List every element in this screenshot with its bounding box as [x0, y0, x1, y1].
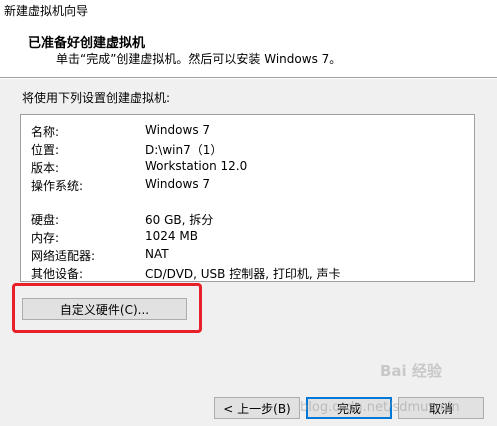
header-subtitle: 单击“完成”创建虚拟机。然后可以安装 Windows 7。 [56, 52, 342, 66]
summary-row-other-devices: 其他设备: CD/DVD, USB 控制器, 打印机, 声卡 [31, 265, 471, 281]
summary-value: CD/DVD, USB 控制器, 打印机, 声卡 [145, 267, 341, 281]
summary-row-location: 位置: D:\win7（1） [31, 141, 471, 157]
summary-row-disk: 硬盘: 60 GB, 拆分 [31, 211, 471, 227]
summary-label: 网络适配器: [31, 249, 96, 263]
summary-label: 版本: [31, 161, 60, 175]
settings-summary-box: 名称: Windows 7 位置: D:\win7（1） 版本: Worksta… [20, 114, 475, 282]
title-bar: 新建虚拟机向导 [0, 0, 497, 22]
cancel-button[interactable]: 取消 [398, 397, 484, 419]
window-title: 新建虚拟机向导 [4, 4, 89, 18]
summary-row-memory: 内存: 1024 MB [31, 229, 471, 245]
customize-hardware-button[interactable]: 自定义硬件(C)... [22, 298, 187, 320]
summary-value: Windows 7 [145, 123, 211, 137]
summary-row-network: 网络适配器: NAT [31, 247, 471, 263]
summary-value: 60 GB, 拆分 [145, 213, 214, 227]
wizard-footer: < 上一步(B) 完成 取消 [0, 381, 497, 426]
header-title: 已准备好创建虚拟机 [28, 36, 146, 51]
intro-text: 将使用下列设置创建虚拟机: [22, 91, 171, 105]
back-button[interactable]: < 上一步(B) [214, 397, 300, 419]
wizard-body: 将使用下列设置创建虚拟机: 名称: Windows 7 位置: D:\win7（… [0, 79, 497, 381]
summary-label: 内存: [31, 231, 60, 245]
summary-row-version: 版本: Workstation 12.0 [31, 159, 471, 175]
summary-row-name: 名称: Windows 7 [31, 123, 471, 139]
summary-value: Workstation 12.0 [145, 159, 248, 173]
summary-label: 其他设备: [31, 267, 84, 281]
summary-row-os: 操作系统: Windows 7 [31, 177, 471, 193]
summary-value: D:\win7（1） [145, 143, 223, 157]
wizard-header: 已准备好创建虚拟机 单击“完成”创建虚拟机。然后可以安装 Windows 7。 [0, 22, 497, 77]
summary-value: 1024 MB [145, 229, 198, 243]
summary-label: 位置: [31, 143, 60, 157]
summary-label: 名称: [31, 125, 60, 139]
finish-button[interactable]: 完成 [306, 397, 392, 419]
summary-label: 硬盘: [31, 213, 60, 227]
summary-value: Windows 7 [145, 177, 211, 191]
summary-label: 操作系统: [31, 179, 84, 193]
summary-value: NAT [145, 247, 169, 261]
